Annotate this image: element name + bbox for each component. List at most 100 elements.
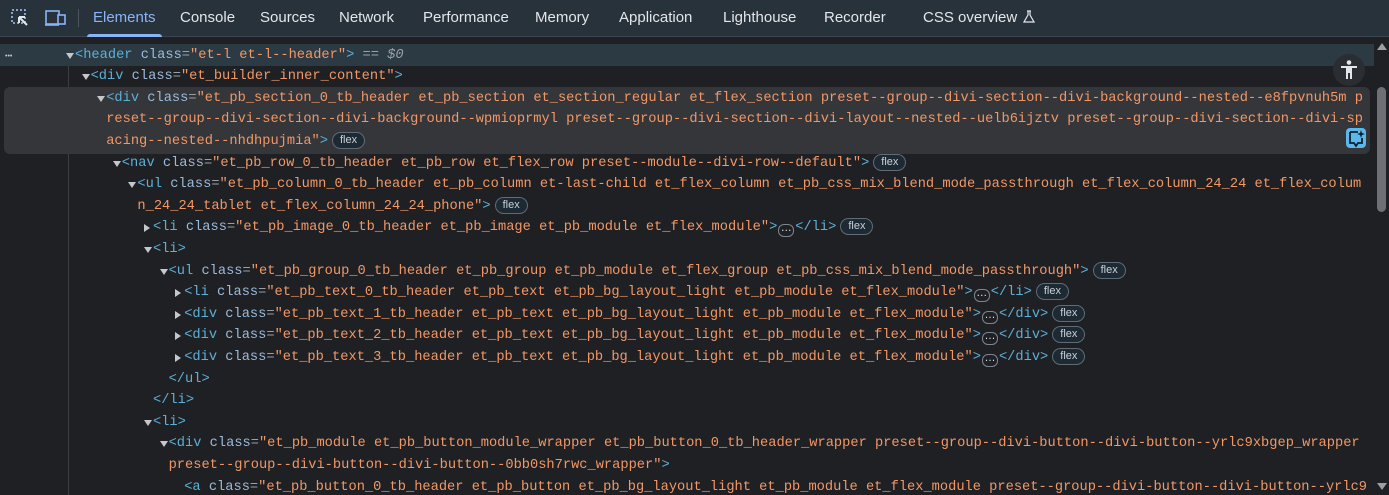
dom-node-row[interactable]: </ul> (169, 369, 210, 390)
dom-node-row[interactable]: <div class="et_pb_text_1_tb_header et_pb… (175, 304, 1086, 325)
flex-badge[interactable]: flex (1035, 283, 1069, 301)
device-toolbar-icon[interactable] (45, 8, 66, 28)
collapse-node-triangle-icon[interactable] (81, 74, 90, 81)
inspect-element-icon[interactable] (10, 8, 30, 28)
attribute-name[interactable]: class (206, 37, 256, 41)
attribute-name[interactable]: class (210, 436, 251, 451)
tab-network[interactable]: Network (339, 0, 394, 36)
attribute-name[interactable]: class (217, 285, 258, 300)
attribute-value[interactable]: "et_pb_row_0_tb_header et_pb_row et_flex… (212, 156, 861, 171)
flex-badge[interactable]: flex (1092, 261, 1126, 279)
attribute-name[interactable]: class (170, 177, 211, 192)
flex-badge[interactable]: flex (873, 153, 907, 171)
dom-node-row[interactable]: <li class="et_pb_text_0_tb_header et_pb_… (175, 282, 1069, 303)
attribute-name[interactable]: id (116, 37, 132, 41)
attribute-value[interactable]: "et-boc" (264, 37, 330, 41)
dom-node-row[interactable]: <nav class="et_pb_row_0_tb_header et_pb_… (112, 153, 907, 174)
attribute-name[interactable]: class (225, 307, 266, 322)
attribute-name[interactable]: class (225, 328, 266, 343)
tab-recorder[interactable]: Recorder (824, 0, 886, 36)
expand-children-ellipsis-icon[interactable]: … (981, 353, 998, 367)
expand-children-ellipsis-icon[interactable]: … (981, 309, 998, 324)
attribute-value[interactable]: acing--nested--nhdhpujmia" (106, 134, 320, 149)
ai-assistance-button[interactable] (1346, 128, 1366, 148)
attribute-value[interactable]: "et_pb_column_0_tb_header et_pb_column e… (220, 177, 1362, 192)
scroll-up-arrow-icon[interactable] (1377, 43, 1387, 50)
attribute-value[interactable]: "et_pb_text_1_tb_header et_pb_text et_pb… (275, 307, 973, 322)
attribute-name[interactable]: class (141, 48, 182, 63)
tab-application[interactable]: Application (619, 0, 692, 36)
flex-badge[interactable]: flex (1052, 348, 1086, 365)
elements-dom-tree[interactable]: <div id="et-boc" class="et-boc">•••<head… (0, 37, 1374, 495)
attribute-name[interactable]: class (225, 350, 266, 365)
attribute-value[interactable]: "et_pb_text_0_tb_header et_pb_text et_pb… (266, 285, 964, 300)
attribute-value[interactable]: preset--group--divi-button--divi-button-… (169, 458, 662, 473)
expand-node-triangle-icon[interactable] (175, 354, 182, 362)
expand-node-triangle-icon[interactable] (175, 332, 182, 341)
flex-badge[interactable]: flex (1052, 326, 1086, 344)
collapse-node-triangle-icon[interactable] (144, 419, 152, 426)
dom-node-row-continuation[interactable]: n_24_24_tablet et_flex_column_24_24_phon… (137, 196, 528, 217)
flex-badge[interactable]: flex (331, 132, 366, 149)
attribute-value[interactable]: reset--group--divi-section--divi-backgro… (106, 112, 1363, 127)
expand-children-ellipsis-icon[interactable]: … (981, 331, 998, 346)
tab-sources[interactable]: Sources (260, 0, 315, 36)
dom-node-row[interactable]: </li> (153, 390, 194, 411)
attribute-name[interactable]: class (163, 156, 204, 171)
collapse-node-triangle-icon[interactable] (66, 52, 74, 59)
attribute-name[interactable]: class (209, 480, 250, 495)
dom-node-row[interactable]: <div class="et_pb_text_2_tb_header et_pb… (175, 325, 1086, 346)
attribute-value[interactable]: "et-boc" (141, 37, 207, 41)
collapse-node-triangle-icon[interactable] (144, 247, 152, 253)
expand-node-triangle-icon[interactable] (144, 224, 150, 233)
dom-node-row[interactable]: <ul class="et_pb_column_0_tb_header et_p… (128, 174, 1362, 195)
dom-node-row[interactable]: <ul class="et_pb_group_0_tb_header et_pb… (159, 261, 1126, 282)
expand-node-triangle-icon[interactable] (175, 310, 182, 319)
collapse-node-triangle-icon[interactable] (159, 441, 168, 448)
dom-node-row[interactable]: <div class="et_pb_section_0_tb_header et… (97, 88, 1363, 109)
accessibility-tree-button[interactable] (1333, 54, 1365, 86)
dom-node-row[interactable]: <a class="et_pb_button_0_tb_header et_pb… (184, 477, 1367, 495)
scrollbar-thumb[interactable] (1377, 87, 1386, 212)
tab-performance[interactable]: Performance (423, 0, 509, 36)
collapse-node-triangle-icon[interactable] (159, 268, 168, 275)
dom-node-row-continuation[interactable]: acing--nested--nhdhpujmia"> flex (106, 131, 366, 152)
dom-node-row[interactable]: <div class="et_pb_text_3_tb_header et_pb… (175, 347, 1086, 368)
tab-elements[interactable]: Elements (87, 0, 162, 37)
attribute-name[interactable]: class (132, 69, 173, 84)
vertical-scrollbar[interactable] (1374, 37, 1389, 495)
attribute-value[interactable]: "et_pb_button_0_tb_header et_pb_button e… (258, 480, 1367, 495)
attribute-value[interactable]: "et_pb_section_0_tb_header et_pb_section… (197, 91, 1363, 106)
expand-children-ellipsis-icon[interactable]: … (778, 223, 795, 238)
scroll-down-arrow-icon[interactable] (1377, 483, 1387, 490)
attribute-value[interactable]: "et_pb_text_3_tb_header et_pb_text et_pb… (275, 350, 973, 365)
flex-badge[interactable]: flex (494, 196, 528, 214)
attribute-value[interactable]: "et_pb_group_0_tb_header et_pb_group et_… (251, 264, 1081, 279)
attribute-value[interactable]: "et_pb_module et_pb_button_module_wrappe… (259, 436, 1360, 451)
attribute-value[interactable]: "et_pb_text_2_tb_header et_pb_text et_pb… (275, 328, 973, 343)
collapse-node-triangle-icon[interactable] (112, 160, 121, 167)
attribute-name[interactable]: class (147, 91, 188, 106)
dom-node-row[interactable]: <li> (144, 239, 186, 260)
expand-children-ellipsis-icon[interactable]: … (973, 288, 990, 303)
dom-node-row[interactable]: <li> (144, 412, 186, 433)
dom-node-row[interactable]: <header class="et-l et-l--header"> == $0 (66, 45, 404, 66)
flex-badge[interactable]: flex (840, 218, 874, 236)
tab-memory[interactable]: Memory (535, 0, 589, 36)
tab-console[interactable]: Console (180, 0, 235, 36)
attribute-value[interactable]: "et_builder_inner_content" (181, 69, 395, 84)
attribute-name[interactable]: class (201, 264, 242, 279)
node-actions-menu[interactable]: ••• (5, 46, 12, 67)
flex-badge[interactable]: flex (1052, 304, 1086, 322)
attribute-value[interactable]: n_24_24_tablet et_flex_column_24_24_phon… (137, 199, 482, 214)
tab-css-overview[interactable]: CSS overview (923, 0, 1036, 36)
tab-lighthouse[interactable]: Lighthouse (723, 0, 796, 36)
collapse-node-triangle-icon[interactable] (128, 182, 137, 189)
attribute-value[interactable]: "et_pb_image_0_tb_header et_pb_image et_… (235, 220, 769, 235)
collapse-node-triangle-icon[interactable] (97, 95, 106, 102)
attribute-value[interactable]: "et-l et-l--header" (190, 48, 346, 63)
attribute-name[interactable]: class (186, 220, 227, 235)
dom-node-row[interactable]: <div class="et_builder_inner_content"> (81, 66, 403, 87)
dom-node-row-continuation[interactable]: preset--group--divi-button--divi-button-… (169, 455, 670, 476)
dom-node-row-continuation[interactable]: reset--group--divi-section--divi-backgro… (106, 109, 1363, 130)
